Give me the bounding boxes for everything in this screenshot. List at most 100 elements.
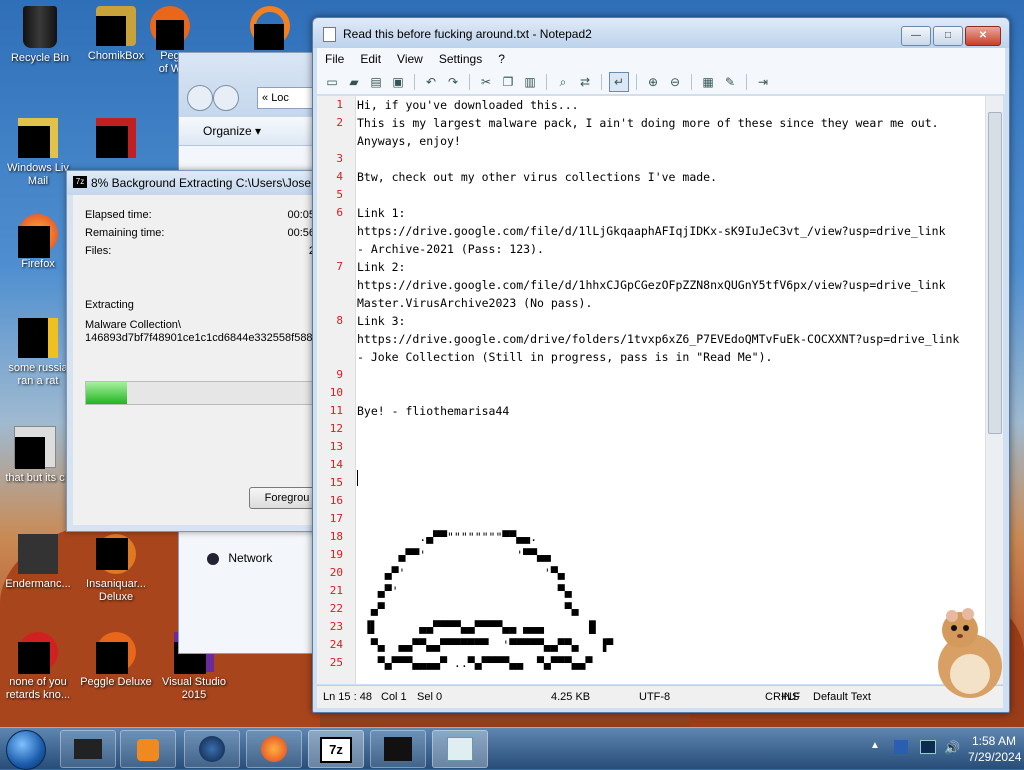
scheme-icon[interactable]: ▦ xyxy=(699,73,717,91)
editor-line[interactable]: https://drive.google.com/file/d/1hhxCJGp… xyxy=(317,276,997,294)
text-editor[interactable]: 1 Hi, if you've downloaded this... 2 This i… xyxy=(317,96,1003,684)
browse-icon[interactable]: ▤ xyxy=(367,73,385,91)
editor-line[interactable]: Anyways, enjoy! xyxy=(317,132,997,150)
maximize-button[interactable]: □ xyxy=(933,26,963,46)
editor-line[interactable]: 20 ▄▀' '▀▄ xyxy=(317,564,997,582)
menu-settings[interactable]: Settings xyxy=(431,52,490,66)
taskbar-item-globe[interactable] xyxy=(184,730,240,768)
extract-dialog[interactable]: 7z 8% Background Extracting C:\Users\Jos… xyxy=(66,170,330,532)
replace-icon[interactable]: ⇄ xyxy=(576,73,594,91)
start-button[interactable] xyxy=(6,730,46,770)
editor-line[interactable]: 22 ▄▀ ▀▄ xyxy=(317,600,997,618)
notepad-window[interactable]: Read this before fucking around.txt - No… xyxy=(312,17,1010,713)
editor-line[interactable]: https://drive.google.com/file/d/1lLjGkqa… xyxy=(317,222,997,240)
status-size: 4.25 KB xyxy=(551,691,591,703)
app-icon xyxy=(18,632,58,674)
editor-line[interactable]: 15 xyxy=(317,474,997,492)
taskbar-item-notepad[interactable] xyxy=(432,730,488,768)
editor-line[interactable]: - Archive-2021 (Pass: 123). xyxy=(317,240,997,258)
menu-help[interactable]: ? xyxy=(490,52,513,66)
desktop-icon-chomikbox[interactable]: ChomikBox xyxy=(78,6,154,63)
editor-line[interactable]: 4 Btw, check out my other virus collectio… xyxy=(317,168,997,186)
zoom-out-icon[interactable]: ⊖ xyxy=(666,73,684,91)
editor-line[interactable]: - Joke Collection (Still in progress, pa… xyxy=(317,348,997,366)
network-tray-icon[interactable] xyxy=(920,740,936,754)
forward-button[interactable] xyxy=(213,85,239,111)
find-icon[interactable]: ⌕ xyxy=(554,73,572,91)
open-folder-icon[interactable]: ▰ xyxy=(345,73,363,91)
paste-icon[interactable]: ▥ xyxy=(521,73,539,91)
editor-line[interactable]: https://drive.google.com/drive/folders/1… xyxy=(317,330,997,348)
status-ins: INS xyxy=(781,691,800,703)
desktop-icon-red[interactable] xyxy=(78,118,154,162)
editor-line[interactable]: 8 Link 3: xyxy=(317,312,997,330)
organize-button[interactable]: Organize ▾ xyxy=(203,124,261,138)
tray-icon-1[interactable] xyxy=(894,740,908,754)
editor-line[interactable]: 25 ▀▄▀▀▀▄▄▄▄▀ ..▀▄▀▀▀▀▄▄ ▀▄▀▀▀▄▄▀ xyxy=(317,654,997,672)
menu-edit[interactable]: Edit xyxy=(352,52,389,66)
editor-line[interactable]: 11 Bye! - fliothemarisa44 xyxy=(317,402,997,420)
menu-view[interactable]: View xyxy=(389,52,431,66)
word-wrap-icon[interactable]: ↵ xyxy=(609,72,629,92)
desktop-icon-orange[interactable] xyxy=(240,6,300,50)
desktop-icon-endermanch[interactable]: Endermanc... xyxy=(0,534,76,591)
back-button[interactable] xyxy=(187,85,213,111)
vertical-scrollbar[interactable] xyxy=(985,96,1003,684)
editor-line[interactable]: 24 ▀▄ ▄▄▀▀▄▄▀▀▀▀▀▀▀ '▀▀▀▀▀▄▄▀▀▄ ▐▀ xyxy=(317,636,997,654)
desktop-icon-insaniquarium[interactable]: Insaniquar... Deluxe xyxy=(78,534,154,604)
editor-line[interactable]: 16 xyxy=(317,492,997,510)
editor-line[interactable]: 12 xyxy=(317,420,997,438)
zoom-in-icon[interactable]: ⊕ xyxy=(644,73,662,91)
editor-line[interactable]: 17 xyxy=(317,510,997,528)
desktop-icon-none-of-you[interactable]: none of you retards kno... xyxy=(0,632,76,702)
taskbar-item-terminal[interactable] xyxy=(370,730,426,768)
editor-line[interactable]: 13 xyxy=(317,438,997,456)
close-button[interactable]: ✕ xyxy=(965,26,1001,46)
copy-icon[interactable]: ❐ xyxy=(499,73,517,91)
cut-icon[interactable]: ✂ xyxy=(477,73,495,91)
taskbar-item-explorer[interactable] xyxy=(60,730,116,768)
editor-line[interactable]: 23 ▐▌ ▄▄▀▀▀▀▄▄▀▀▀▀▄▄ ▄▄▄ ▐▌ xyxy=(317,618,997,636)
editor-line[interactable]: Master.VirusArchive2023 (No pass). xyxy=(317,294,997,312)
desktop-icon-recycle-bin[interactable]: Recycle Bin xyxy=(2,6,78,65)
editor-line[interactable]: 18 .▄▀▀""""""""▀▀▄▄. xyxy=(317,528,997,546)
desktop-icon-windows-live-mail[interactable]: Windows Liv Mail xyxy=(0,118,76,188)
minimize-button[interactable]: — xyxy=(901,26,931,46)
toolbar-separator xyxy=(546,74,547,90)
editor-line[interactable]: 2 This is my largest malware pack, I ain'… xyxy=(317,114,997,132)
line-number: 22 xyxy=(329,602,343,615)
editor-line[interactable]: 1 Hi, if you've downloaded this... xyxy=(317,96,997,114)
volume-icon[interactable]: 🔊 xyxy=(944,740,960,756)
editor-line[interactable]: 5 xyxy=(317,186,997,204)
desktop-icon-peggle-deluxe[interactable]: Peggle Deluxe xyxy=(78,632,154,689)
editor-line[interactable]: 21 ▄▀' ▀▄ xyxy=(317,582,997,600)
editor-line[interactable]: 10 xyxy=(317,384,997,402)
editor-line[interactable]: 14 xyxy=(317,456,997,474)
line-text: https://drive.google.com/file/d/1hhxCJGp… xyxy=(357,278,946,292)
editor-line[interactable]: 7 Link 2: xyxy=(317,258,997,276)
taskbar-item-firefox[interactable] xyxy=(246,730,302,768)
redo-icon[interactable]: ↷ xyxy=(444,73,462,91)
scrollbar-thumb[interactable] xyxy=(988,112,1002,434)
clock-time[interactable]: 1:58 AM xyxy=(972,734,1016,748)
clock-date[interactable]: 7/29/2024 xyxy=(968,750,1021,764)
undo-icon[interactable]: ↶ xyxy=(422,73,440,91)
menu-file[interactable]: File xyxy=(317,52,352,66)
save-icon[interactable]: ▣ xyxy=(389,73,407,91)
customize-icon[interactable]: ✎ xyxy=(721,73,739,91)
editor-line[interactable]: 9 xyxy=(317,366,997,384)
editor-line[interactable]: 3 xyxy=(317,150,997,168)
new-file-icon[interactable]: ▭ xyxy=(323,73,341,91)
taskbar-item-7zip[interactable]: 7z xyxy=(308,730,364,768)
desktop-icon-that-but[interactable]: that but its c xyxy=(0,426,70,485)
tray-expand-icon[interactable]: ▲ xyxy=(870,740,880,751)
taskbar-item-media[interactable] xyxy=(120,730,176,768)
exit-icon[interactable]: ⇥ xyxy=(754,73,772,91)
desktop-icon-firefox[interactable]: Firefox xyxy=(0,214,76,271)
editor-line[interactable]: 19 ▄▀▀' '▀▀▄▄ xyxy=(317,546,997,564)
network-item[interactable]: Network xyxy=(207,551,272,565)
fish-icon xyxy=(96,534,136,574)
editor-line[interactable]: 6 Link 1: xyxy=(317,204,997,222)
desktop-icon-russia-rat[interactable]: some russia ran a rat xyxy=(0,318,76,388)
globe-icon xyxy=(199,736,225,762)
